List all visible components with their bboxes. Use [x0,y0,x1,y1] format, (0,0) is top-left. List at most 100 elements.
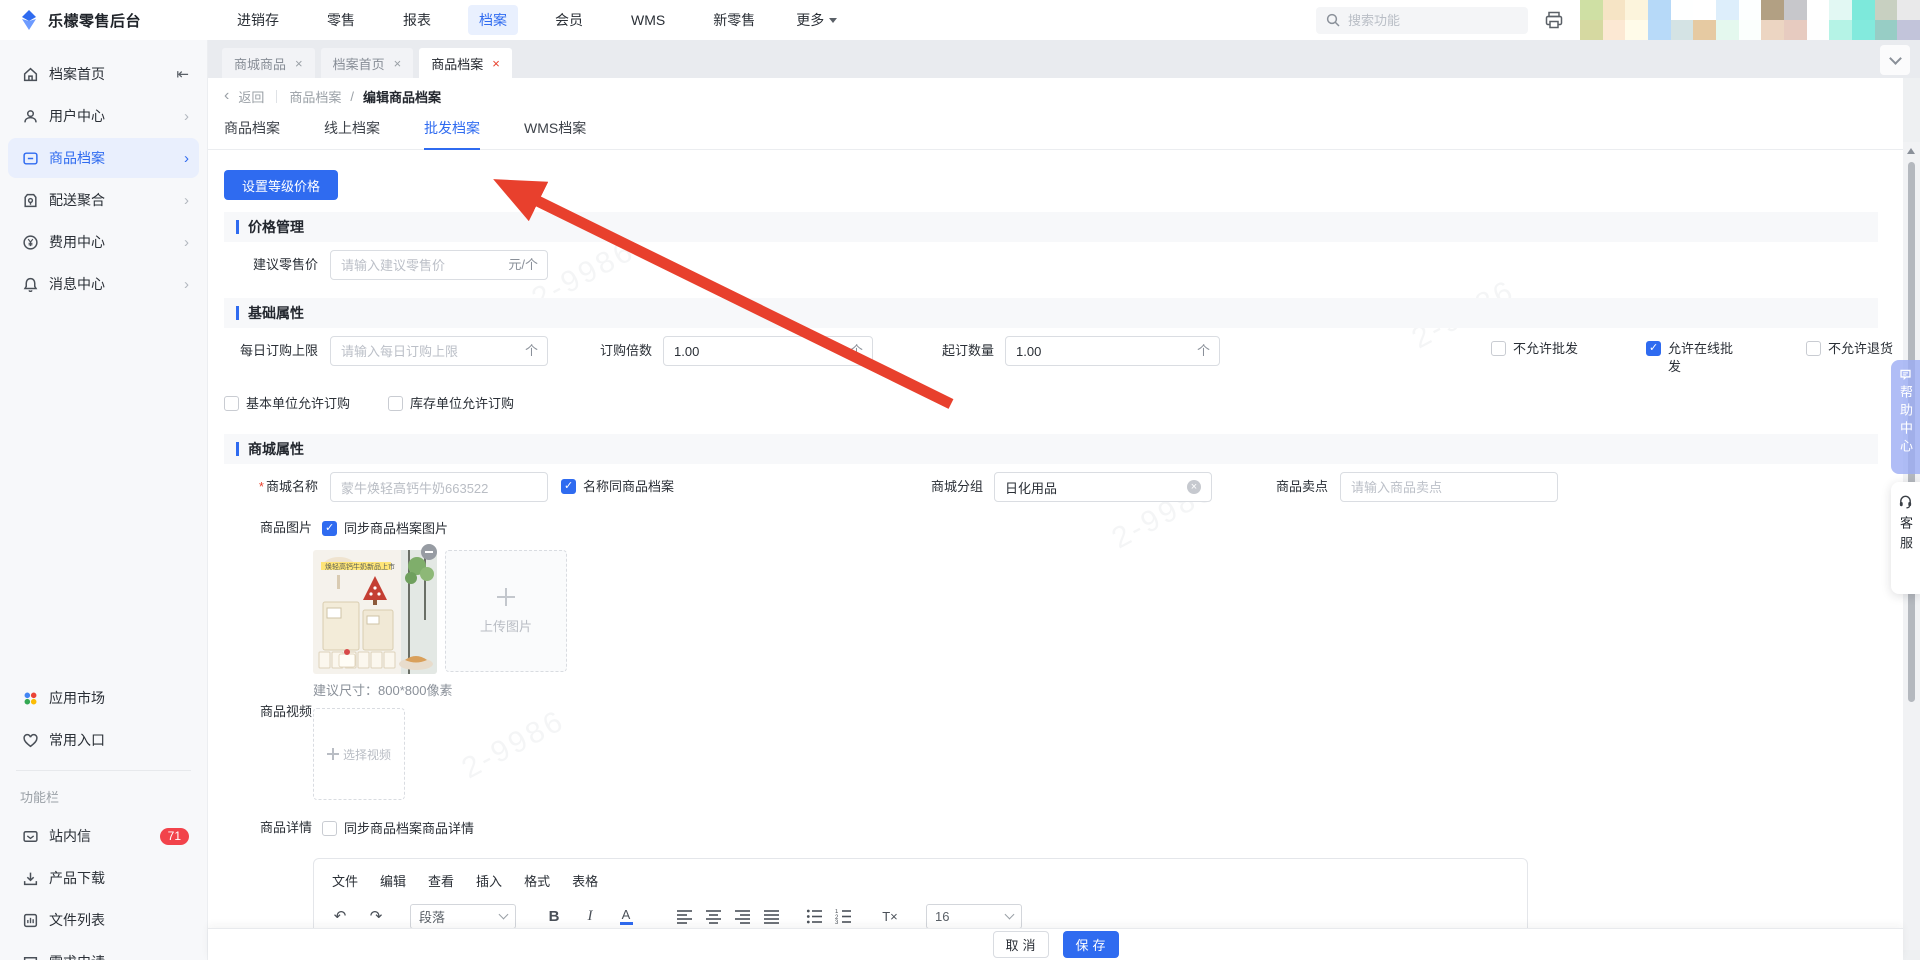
checkbox-base-unit-order[interactable]: 基本单位允许订购 [224,395,350,413]
choose-video-button[interactable]: 选择视频 [313,708,405,800]
sidebar-item-archive-home[interactable]: 档案首页 ⇤ [8,54,199,94]
editor-menu-insert[interactable]: 插入 [476,871,502,890]
checkbox-icon[interactable] [1646,341,1661,356]
sidebar-item-product-archive[interactable]: 商品档案 › [8,138,199,178]
scroll-up-icon[interactable] [1907,148,1915,154]
nav-item-new-retail[interactable]: 新零售 [702,5,766,35]
back-link[interactable]: 返回 [238,87,264,106]
bold-icon[interactable] [542,903,566,929]
checkbox-icon[interactable] [322,521,337,536]
sidebar-item-expense-center[interactable]: 费用中心 › [8,222,199,262]
tab-list-dropdown-button[interactable] [1880,45,1910,75]
checkbox-detail-sync[interactable]: 同步商品档案商品详情 [322,820,474,838]
font-color-icon[interactable] [614,903,638,929]
swatch-cell [1670,20,1694,40]
tab-product-archive[interactable]: 商品档案 [419,48,512,78]
brand[interactable]: 乐檬零售后台 [0,9,200,31]
checkbox-icon[interactable] [561,479,576,494]
customer-service-widget[interactable]: 客服 [1891,482,1920,594]
clear-icon[interactable] [1187,480,1201,494]
undo-icon[interactable] [328,903,352,929]
sidebar-item-app-market[interactable]: 应用市场 [8,678,199,718]
editor-menu-table[interactable]: 表格 [572,871,598,890]
checkbox-online-wholesale[interactable]: 允许在线批发 [1646,340,1742,376]
checkbox-name-sync[interactable]: 名称同商品档案 [561,478,674,496]
close-icon[interactable] [492,57,500,70]
sidebar-item-product-download[interactable]: 产品下载 [8,858,199,898]
chevron-down-icon [829,17,838,23]
sidebar-item-favorites[interactable]: 常用入口 [8,720,199,760]
align-left-icon[interactable] [676,909,693,924]
swatch-cell [1580,20,1603,40]
checkbox-icon[interactable] [1806,341,1821,356]
nav-item-report[interactable]: 报表 [392,5,442,35]
checkbox-icon[interactable] [224,396,239,411]
cancel-button[interactable]: 取消 [992,931,1049,958]
close-icon[interactable] [295,57,303,70]
align-right-icon[interactable] [734,909,751,924]
numbered-list-icon[interactable]: 123 [835,909,852,924]
upload-image-button[interactable]: 上传图片 [445,550,567,672]
main-nav: 进销存 零售 报表 档案 会员 WMS 新零售 更多 [226,5,841,35]
sidebar-item-delivery[interactable]: 配送聚合 › [8,180,199,220]
clear-format-icon[interactable] [878,903,902,929]
editor-menu-view[interactable]: 查看 [428,871,454,890]
checkbox-stock-unit-order[interactable]: 库存单位允许订购 [388,395,514,413]
bullet-list-icon[interactable] [806,909,823,924]
mall-name-input[interactable] [330,472,548,502]
nav-item-archive[interactable]: 档案 [468,5,518,35]
printer-icon[interactable] [1544,10,1564,30]
swatch-cell [1761,0,1784,20]
set-grade-price-button[interactable]: 设置等级价格 [224,170,338,200]
sidebar-item-message-center[interactable]: 消息中心 › [8,264,199,304]
product-photo[interactable]: 焕轻高钙牛奶新品上市 [313,550,437,674]
swatch-cell [1670,0,1694,20]
order-multiple-input[interactable] [663,336,873,366]
app-market-icon [24,692,37,704]
sidebar-item-inbox[interactable]: 站内信 71 [8,816,199,856]
editor-menu-file[interactable]: 文件 [332,871,358,890]
selling-point-input[interactable] [1340,472,1558,502]
checkbox-icon[interactable] [1491,341,1506,356]
sidebar-item-request[interactable]: 需求申请 [8,942,199,960]
close-icon[interactable] [394,57,402,70]
nav-item-inventory[interactable]: 进销存 [226,5,290,35]
global-search[interactable] [1316,6,1528,34]
nav-item-retail[interactable]: 零售 [316,5,366,35]
help-center-widget[interactable]: 帮助中心 [1891,360,1920,474]
editor-menu-edit[interactable]: 编辑 [380,871,406,890]
checkbox-no-return[interactable]: 不允许退货 [1806,340,1902,358]
nav-more-menu[interactable]: 更多 [792,5,841,35]
sidebar-item-file-list[interactable]: 文件列表 [8,900,199,940]
subtab-online-archive[interactable]: 线上档案 [324,118,380,150]
remove-image-icon[interactable] [421,544,437,560]
breadcrumb-parent[interactable]: 商品档案 [289,87,341,106]
align-center-icon[interactable] [705,909,722,924]
subtab-wms-archive[interactable]: WMS档案 [524,118,586,150]
checkbox-icon[interactable] [388,396,403,411]
tab-archive-home[interactable]: 档案首页 [320,48,414,78]
sidebar-item-user-center[interactable]: 用户中心 › [8,96,199,136]
subtab-product-archive[interactable]: 商品档案 [224,118,280,150]
align-justify-icon[interactable] [763,909,780,924]
checkbox-icon[interactable] [322,821,337,836]
editor-menu-format[interactable]: 格式 [524,871,550,890]
sidebar-collapse-icon[interactable]: ⇤ [176,65,189,83]
section-accent-bar [236,306,239,320]
save-button[interactable]: 保存 [1062,931,1119,958]
subtab-wholesale-archive[interactable]: 批发档案 [424,118,480,150]
nav-item-wms[interactable]: WMS [620,7,676,33]
tab-mall-goods[interactable]: 商城商品 [222,48,315,78]
italic-icon[interactable] [578,903,602,929]
font-size-select[interactable]: 16 [926,903,1022,929]
daily-limit-input[interactable] [330,336,548,366]
redo-icon[interactable] [364,903,388,929]
nav-item-member[interactable]: 会员 [544,5,594,35]
paragraph-style-select[interactable]: 段落 [410,903,516,929]
search-input[interactable] [1348,12,1498,28]
checkbox-no-wholesale[interactable]: 不允许批发 [1491,340,1587,358]
back-arrow-icon[interactable]: ‹ [224,88,229,104]
min-order-input[interactable] [1005,336,1220,366]
checkbox-image-sync[interactable]: 同步商品档案图片 [322,520,448,538]
mall-group-select[interactable]: 日化用品 [994,472,1212,502]
